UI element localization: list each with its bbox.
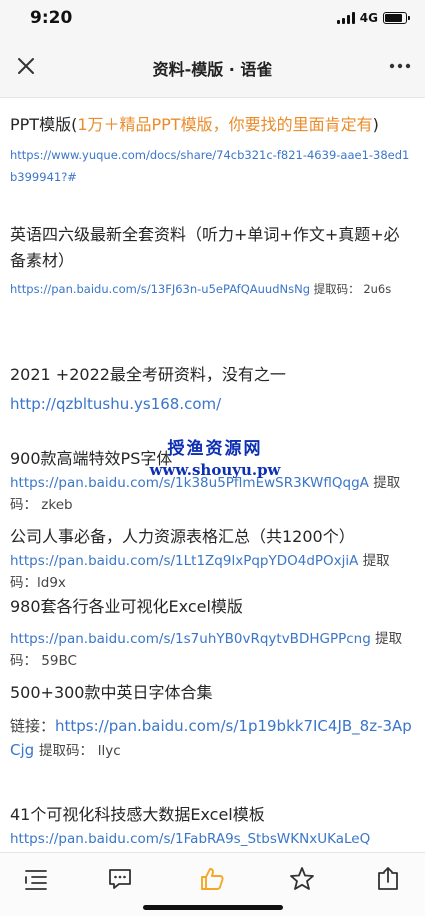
item-title-end: ) xyxy=(372,115,379,134)
item-link[interactable]: https://pan.baidu.com/s/1Lt1Zq9lxPqpYDO4… xyxy=(10,553,358,569)
code-label: 提取码： xyxy=(38,743,93,759)
comment-icon[interactable] xyxy=(106,865,134,893)
item-link-line: https://pan.baidu.com/s/13FJ63n-u5ePAfQA… xyxy=(10,278,415,300)
item-link[interactable]: https://pan.baidu.com/s/1FabRA9s_StbsWKN… xyxy=(10,828,415,850)
item-title-highlight: 1万＋精品PPT模版，你要找的里面肯定有 xyxy=(77,115,373,134)
item-link[interactable]: https://pan.baidu.com/s/13FJ63n-u5ePAfQA… xyxy=(10,282,310,296)
code-label: 提取码： xyxy=(313,282,360,296)
item-title: 980套各行各业可视化Excel模版 xyxy=(10,597,243,616)
item-link-line: 链接：https://pan.baidu.com/s/1p19bkk7IC4JB… xyxy=(10,714,415,763)
item-title-text: PPT模版( xyxy=(10,115,78,134)
status-bar: 9:20 4G xyxy=(0,0,425,36)
item-title: 500+300款中英日字体合集 xyxy=(10,683,213,702)
item-title: PPT模版(1万＋精品PPT模版，你要找的里面肯定有) xyxy=(10,112,415,138)
item-link[interactable]: https://pan.baidu.com/s/1s7uhYB0vRqytvBD… xyxy=(10,631,371,647)
item-link[interactable]: https://www.yuque.com/docs/share/74cb321… xyxy=(10,144,415,188)
item-title: 2021 +2022最全考研资料，没有之一 xyxy=(10,365,286,384)
like-icon[interactable] xyxy=(198,865,226,893)
item-link-line: https://pan.baidu.com/s/1s7uhYB0vRqytvBD… xyxy=(10,628,415,672)
list-item: 41个可视化科技感大数据Excel模板 https://pan.baidu.co… xyxy=(10,802,415,850)
signal-icon xyxy=(336,12,355,24)
page-title: 资料-模版 · 语雀 xyxy=(152,60,273,79)
extraction-code: llyc xyxy=(97,743,121,759)
extraction-code: ld9x xyxy=(37,575,66,591)
item-title: 41个可视化科技感大数据Excel模板 xyxy=(10,805,265,824)
list-item: 500+300款中英日字体合集 链接：https://pan.baidu.com… xyxy=(10,680,415,763)
item-link-line: https://pan.baidu.com/s/1Lt1Zq9lxPqpYDO4… xyxy=(10,550,415,594)
document-body[interactable]: PPT模版(1万＋精品PPT模版，你要找的里面肯定有) https://www.… xyxy=(0,98,425,852)
battery-icon xyxy=(383,12,410,24)
bottom-toolbar xyxy=(0,852,425,916)
list-item: 公司人事必备，人力资源表格汇总（共1200个） https://pan.baid… xyxy=(10,524,415,594)
extraction-code: 59BC xyxy=(41,653,77,669)
extraction-code: zkeb xyxy=(41,497,73,513)
network-type: 4G xyxy=(359,11,378,25)
status-indicators: 4G xyxy=(336,11,410,25)
home-indicator xyxy=(143,905,283,910)
star-icon[interactable] xyxy=(288,865,316,893)
list-item: PPT模版(1万＋精品PPT模版，你要找的里面肯定有) https://www.… xyxy=(10,112,415,188)
item-link[interactable]: http://qzbltushu.ys168.com/ xyxy=(10,392,415,416)
list-item: 980套各行各业可视化Excel模版 https://pan.baidu.com… xyxy=(10,594,415,672)
watermark-title: 授渔资源网 xyxy=(167,439,263,459)
watermark-url: www.shouyu.pw xyxy=(149,461,281,479)
list-item: 英语四六级最新全套资料（听力+单词+作文+真题+必备素材） https://pa… xyxy=(10,222,415,300)
outline-icon[interactable] xyxy=(22,865,50,893)
item-title: 公司人事必备，人力资源表格汇总（共1200个） xyxy=(10,527,355,546)
extraction-code: 2u6s xyxy=(363,282,392,296)
item-title: 英语四六级最新全套资料（听力+单词+作文+真题+必备素材） xyxy=(10,225,400,270)
watermark: 授渔资源网 www.shouyu.pw xyxy=(140,434,290,479)
more-icon[interactable] xyxy=(387,54,413,78)
share-icon[interactable] xyxy=(374,865,402,893)
link-label: 链接： xyxy=(10,717,56,735)
list-item: 2021 +2022最全考研资料，没有之一 http://qzbltushu.y… xyxy=(10,362,415,416)
status-time: 9:20 xyxy=(30,8,73,28)
nav-bar: 资料-模版 · 语雀 xyxy=(0,36,425,98)
